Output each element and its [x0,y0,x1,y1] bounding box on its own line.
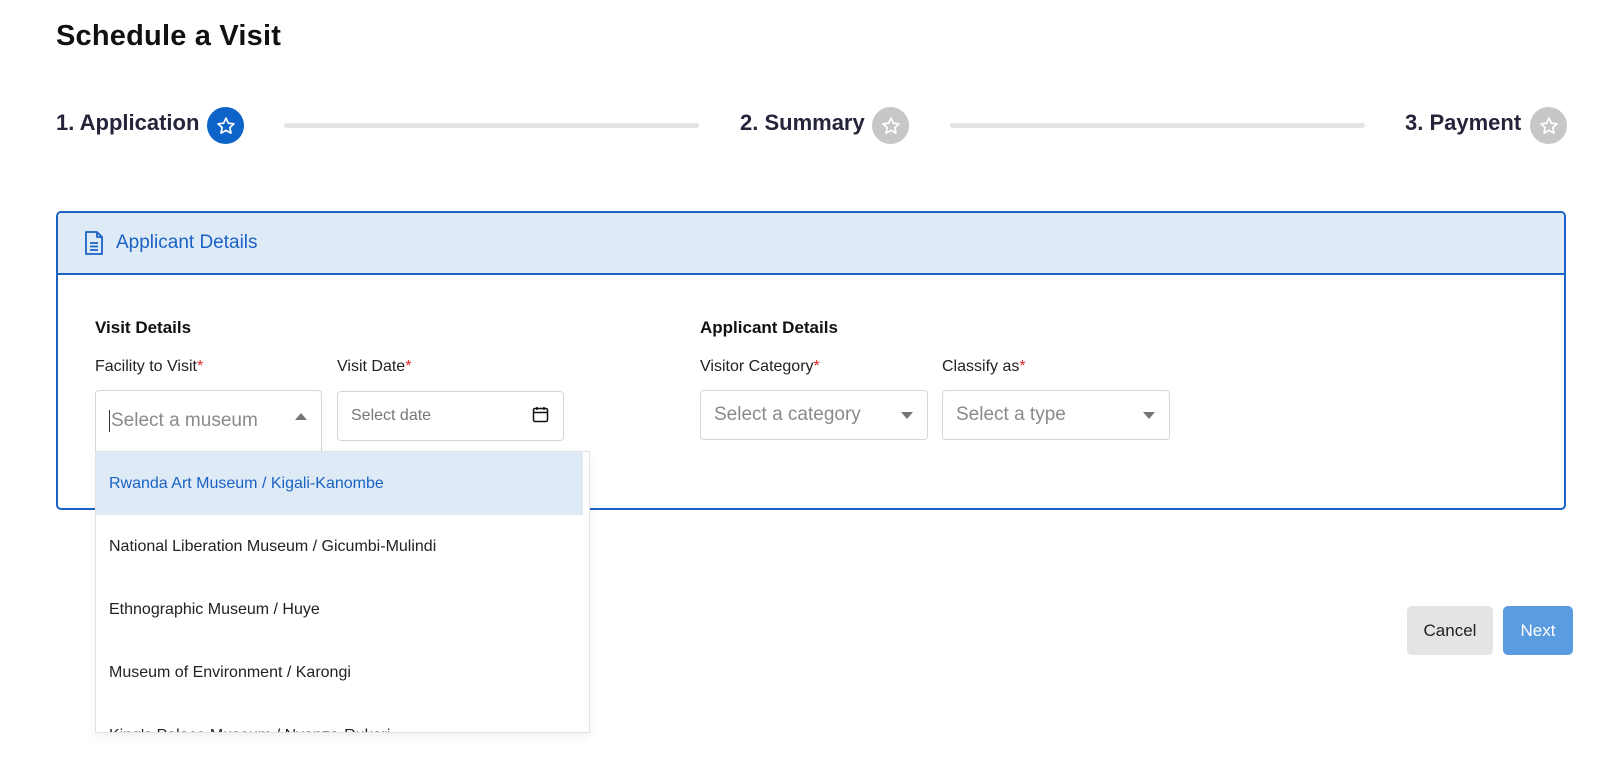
step-summary-badge[interactable] [872,107,909,144]
card-header-title: Applicant Details [116,232,258,253]
step-connector-1 [284,123,699,128]
step-connector-2 [950,123,1365,128]
step-payment-label[interactable]: 3. Payment [1405,110,1521,136]
text-cursor [109,410,110,432]
visitor-category-select[interactable]: Select a category [700,390,928,440]
visit-date-input[interactable]: Select date [337,391,564,441]
step-application-label[interactable]: 1. Application [56,110,199,136]
document-icon [84,231,106,255]
classify-as-placeholder: Select a type [956,404,1066,425]
visit-date-label: Visit Date* [337,358,411,376]
step-summary-label[interactable]: 2. Summary [740,110,865,136]
required-marker: * [196,358,204,375]
visitor-category-placeholder: Select a category [714,404,861,425]
classify-as-label-text: Classify as [942,358,1020,375]
visit-date-label-text: Visit Date [337,358,406,375]
page-title: Schedule a Visit [56,20,282,52]
required-marker: * [405,358,412,375]
facility-select-placeholder: Select a museum [111,410,258,431]
dropdown-option[interactable]: Ethnographic Museum / Huye [96,578,583,641]
classify-as-select[interactable]: Select a type [942,390,1170,440]
star-icon [881,116,900,134]
step-application-badge[interactable] [207,107,244,144]
facility-label: Facility to Visit* [95,358,203,376]
facility-select[interactable]: Select a museum [95,390,322,454]
dropdown-option[interactable]: Museum of Environment / Karongi [96,641,583,704]
visit-details-heading: Visit Details [95,318,192,337]
dropdown-option[interactable]: King's Palace Museum / Nyanza-Rukari [96,704,583,733]
calendar-icon[interactable] [532,406,549,423]
visitor-category-label-text: Visitor Category [700,358,814,375]
chevron-down-icon[interactable] [1143,412,1155,419]
visit-date-placeholder: Select date [351,407,432,424]
required-marker: * [1019,358,1026,375]
cancel-button[interactable]: Cancel [1407,606,1493,655]
card-header: Applicant Details [58,213,1564,275]
chevron-down-icon[interactable] [901,412,913,419]
required-marker: * [813,358,820,375]
step-payment-badge[interactable] [1530,107,1567,144]
facility-dropdown-list[interactable]: Rwanda Art Museum / Kigali-Kanombe Natio… [95,451,590,733]
star-icon [216,116,235,134]
dropdown-option[interactable]: Rwanda Art Museum / Kigali-Kanombe [96,452,583,515]
classify-as-label: Classify as* [942,358,1026,376]
dropdown-option[interactable]: National Liberation Museum / Gicumbi-Mul… [96,515,583,578]
star-icon [1539,116,1558,134]
caret-up-icon[interactable] [295,413,307,420]
visitor-category-label: Visitor Category* [700,358,820,376]
applicant-details-heading: Applicant Details [700,318,838,337]
facility-label-text: Facility to Visit [95,358,197,375]
next-button[interactable]: Next [1503,606,1573,655]
